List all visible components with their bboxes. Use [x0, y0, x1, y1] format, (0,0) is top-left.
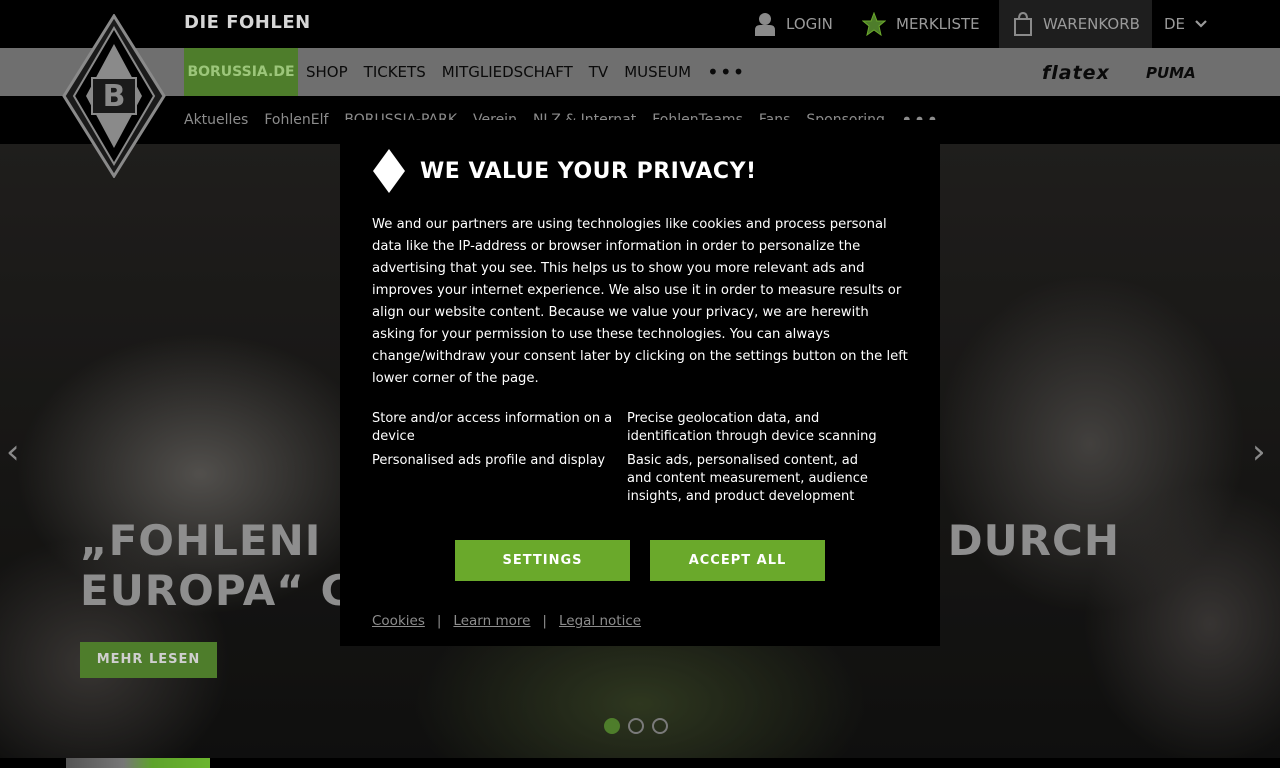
- language-selector[interactable]: DE: [1164, 0, 1207, 48]
- club-logo[interactable]: B: [62, 14, 166, 178]
- privacy-dialog: WE VALUE YOUR PRIVACY! We and our partne…: [340, 120, 940, 646]
- nav-item-tv[interactable]: TV: [589, 63, 608, 81]
- login-link[interactable]: LOGIN: [754, 0, 833, 48]
- login-label: LOGIN: [786, 15, 833, 33]
- privacy-links: Cookies | Learn more | Legal notice: [372, 613, 908, 629]
- link-separator: |: [436, 613, 442, 629]
- purpose-item: Precise geolocation data, and identifica…: [627, 411, 877, 444]
- nav-more-icon[interactable]: •••: [707, 62, 745, 82]
- nav-item-tickets[interactable]: TICKETS: [364, 63, 426, 81]
- privacy-purposes: Store and/or access information on a dev…: [372, 410, 908, 506]
- purpose-item: Basic ads, personalised content, ad and …: [627, 453, 868, 504]
- hero-title-line1-end: DURCH: [947, 516, 1120, 565]
- slider-pagination: [604, 718, 668, 734]
- watchlist-link[interactable]: MERKLISTE: [862, 0, 980, 48]
- chevron-down-icon: [1195, 20, 1207, 28]
- watchlist-label: MERKLISTE: [896, 15, 980, 33]
- prev-slide-arrow-icon[interactable]: ‹: [6, 435, 28, 469]
- purpose-item: Store and/or access information on a dev…: [372, 411, 613, 444]
- site-name[interactable]: DIE FOHLEN: [184, 12, 311, 33]
- user-icon: [755, 13, 775, 36]
- nav-item-membership[interactable]: MITGLIEDSCHAFT: [442, 63, 573, 81]
- subnav-item-news[interactable]: Aktuelles: [184, 112, 248, 128]
- cookies-link[interactable]: Cookies: [372, 613, 425, 629]
- language-label: DE: [1164, 15, 1186, 33]
- hero-title-line1: „FOHLENI: [80, 516, 322, 565]
- settings-button[interactable]: SETTINGS: [455, 540, 630, 581]
- subnav-item-fohlenelf[interactable]: FohlenElf: [264, 112, 328, 128]
- learn-more-link[interactable]: Learn more: [453, 613, 530, 629]
- legal-notice-link[interactable]: Legal notice: [559, 613, 641, 629]
- nav-item-borussia[interactable]: BORUSSIA.DE: [184, 48, 298, 96]
- privacy-button-row: SETTINGS ACCEPT ALL: [372, 540, 908, 581]
- privacy-dialog-title: WE VALUE YOUR PRIVACY!: [420, 158, 757, 184]
- next-slide-arrow-icon[interactable]: ›: [1252, 435, 1274, 469]
- star-icon: [862, 12, 886, 36]
- svg-text:B: B: [103, 79, 126, 114]
- privacy-dialog-header: WE VALUE YOUR PRIVACY!: [372, 148, 908, 194]
- cart-link[interactable]: WARENKORB: [999, 0, 1152, 48]
- nav-item-shop[interactable]: SHOP: [306, 63, 348, 81]
- teaser-thumbnail[interactable]: [66, 758, 210, 768]
- diamond-icon: [373, 149, 405, 193]
- slide-dot-3[interactable]: [652, 718, 668, 734]
- slide-dot-2[interactable]: [628, 718, 644, 734]
- shopping-bag-icon: [1014, 12, 1032, 36]
- purpose-item: Personalised ads profile and display: [372, 453, 606, 468]
- slide-dot-1[interactable]: [604, 718, 620, 734]
- privacy-dialog-text: We and our partners are using technologi…: [372, 217, 908, 386]
- top-bar: DIE FOHLEN LOGIN MERKLISTE WARENKORB DE: [0, 0, 1280, 48]
- link-separator: |: [542, 613, 547, 629]
- sponsor-flatex-logo[interactable]: flatex: [1042, 62, 1110, 84]
- nav-item-museum[interactable]: MUSEUM: [624, 63, 691, 81]
- accept-all-button[interactable]: ACCEPT ALL: [650, 540, 825, 581]
- cart-label: WARENKORB: [1043, 15, 1140, 33]
- sponsor-puma-logo[interactable]: PUMA: [1146, 64, 1196, 82]
- read-more-button[interactable]: MEHR LESEN: [80, 642, 217, 678]
- nav-items: SHOP TICKETS MITGLIEDSCHAFT TV MUSEUM ••…: [306, 48, 745, 96]
